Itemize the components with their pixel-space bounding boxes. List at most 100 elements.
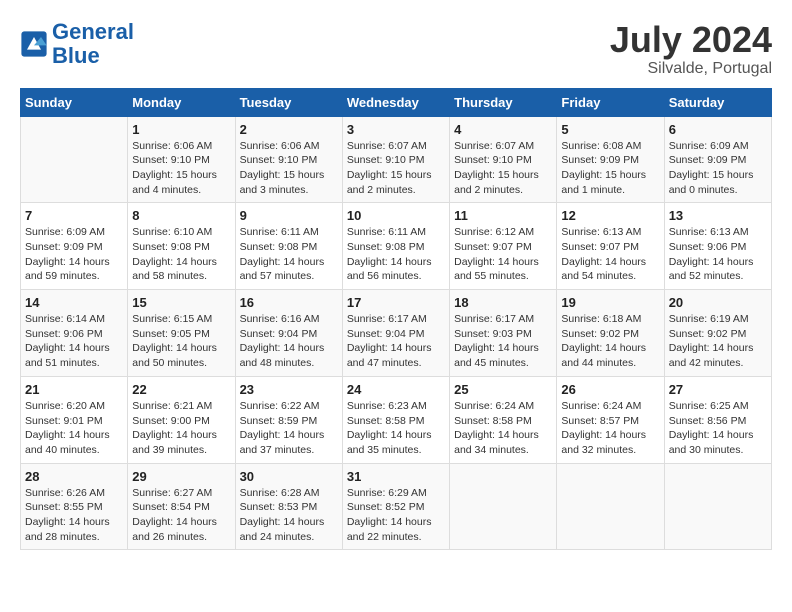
day-number: 24 xyxy=(347,382,445,397)
calendar-cell: 30 Sunrise: 6:28 AMSunset: 8:53 PMDayligh… xyxy=(235,463,342,550)
calendar-cell: 28 Sunrise: 6:26 AMSunset: 8:55 PMDayligh… xyxy=(21,463,128,550)
day-info: Sunrise: 6:08 AMSunset: 9:09 PMDaylight:… xyxy=(561,139,659,198)
calendar-cell: 15Sunrise: 6:15 AMSunset: 9:05 PMDayligh… xyxy=(128,290,235,377)
day-info: Sunrise: 6:15 AMSunset: 9:05 PMDaylight:… xyxy=(132,312,230,371)
day-number: 25 xyxy=(454,382,552,397)
day-info: Sunrise: 6:09 AMSunset: 9:09 PMDaylight:… xyxy=(669,139,767,198)
day-info: Sunrise: 6:11 AMSunset: 9:08 PMDaylight:… xyxy=(347,225,445,284)
weekday-header-tuesday: Tuesday xyxy=(235,88,342,116)
day-number: 1 xyxy=(132,122,230,137)
calendar-cell: 20Sunrise: 6:19 AMSunset: 9:02 PMDayligh… xyxy=(664,290,771,377)
day-info: Sunrise: 6:17 AMSunset: 9:03 PMDaylight:… xyxy=(454,312,552,371)
day-number: 29 xyxy=(132,469,230,484)
calendar-week-0: 1 Sunrise: 6:06 AMSunset: 9:10 PMDaylight… xyxy=(21,116,772,203)
day-number: 28 xyxy=(25,469,123,484)
calendar-week-2: 14Sunrise: 6:14 AMSunset: 9:06 PMDayligh… xyxy=(21,290,772,377)
calendar-cell: 16 Sunrise: 6:16 AMSunset: 9:04 PMDayligh… xyxy=(235,290,342,377)
day-info: Sunrise: 6:06 AMSunset: 9:10 PMDaylight:… xyxy=(240,139,338,198)
calendar-cell: 4 Sunrise: 6:07 AMSunset: 9:10 PMDaylight… xyxy=(450,116,557,203)
day-info: Sunrise: 6:28 AMSunset: 8:53 PMDaylight:… xyxy=(240,486,338,545)
calendar-table: SundayMondayTuesdayWednesdayThursdayFrid… xyxy=(20,88,772,551)
header: General Blue July 2024 Silvalde, Portuga… xyxy=(20,20,772,78)
calendar-cell: 25 Sunrise: 6:24 AMSunset: 8:58 PMDayligh… xyxy=(450,376,557,463)
calendar-cell: 21Sunrise: 6:20 AMSunset: 9:01 PMDayligh… xyxy=(21,376,128,463)
calendar-cell: 6 Sunrise: 6:09 AMSunset: 9:09 PMDaylight… xyxy=(664,116,771,203)
weekday-header-wednesday: Wednesday xyxy=(342,88,449,116)
day-number: 22 xyxy=(132,382,230,397)
day-number: 11 xyxy=(454,208,552,223)
day-number: 19 xyxy=(561,295,659,310)
calendar-cell: 3Sunrise: 6:07 AMSunset: 9:10 PMDaylight… xyxy=(342,116,449,203)
calendar-cell: 19 Sunrise: 6:18 AMSunset: 9:02 PMDayligh… xyxy=(557,290,664,377)
day-info: Sunrise: 6:18 AMSunset: 9:02 PMDaylight:… xyxy=(561,312,659,371)
day-number: 31 xyxy=(347,469,445,484)
day-info: Sunrise: 6:14 AMSunset: 9:06 PMDaylight:… xyxy=(25,312,123,371)
calendar-cell xyxy=(557,463,664,550)
calendar-header: SundayMondayTuesdayWednesdayThursdayFrid… xyxy=(21,88,772,116)
calendar-cell: 22 Sunrise: 6:21 AMSunset: 9:00 PMDayligh… xyxy=(128,376,235,463)
calendar-cell: 23 Sunrise: 6:22 AMSunset: 8:59 PMDayligh… xyxy=(235,376,342,463)
weekday-header-saturday: Saturday xyxy=(664,88,771,116)
day-number: 3 xyxy=(347,122,445,137)
day-info: Sunrise: 6:11 AMSunset: 9:08 PMDaylight:… xyxy=(240,225,338,284)
calendar-week-3: 21Sunrise: 6:20 AMSunset: 9:01 PMDayligh… xyxy=(21,376,772,463)
day-number: 2 xyxy=(240,122,338,137)
day-number: 26 xyxy=(561,382,659,397)
day-info: Sunrise: 6:07 AMSunset: 9:10 PMDaylight:… xyxy=(454,139,552,198)
day-number: 27 xyxy=(669,382,767,397)
day-number: 10 xyxy=(347,208,445,223)
calendar-cell: 8 Sunrise: 6:10 AMSunset: 9:08 PMDaylight… xyxy=(128,203,235,290)
day-info: Sunrise: 6:29 AMSunset: 8:52 PMDaylight:… xyxy=(347,486,445,545)
weekday-row: SundayMondayTuesdayWednesdayThursdayFrid… xyxy=(21,88,772,116)
calendar-cell: 14Sunrise: 6:14 AMSunset: 9:06 PMDayligh… xyxy=(21,290,128,377)
day-number: 8 xyxy=(132,208,230,223)
day-info: Sunrise: 6:10 AMSunset: 9:08 PMDaylight:… xyxy=(132,225,230,284)
calendar-week-4: 28 Sunrise: 6:26 AMSunset: 8:55 PMDayligh… xyxy=(21,463,772,550)
day-info: Sunrise: 6:26 AMSunset: 8:55 PMDaylight:… xyxy=(25,486,123,545)
calendar-cell: 24Sunrise: 6:23 AMSunset: 8:58 PMDayligh… xyxy=(342,376,449,463)
day-info: Sunrise: 6:13 AMSunset: 9:06 PMDaylight:… xyxy=(669,225,767,284)
weekday-header-friday: Friday xyxy=(557,88,664,116)
weekday-header-monday: Monday xyxy=(128,88,235,116)
day-info: Sunrise: 6:25 AMSunset: 8:56 PMDaylight:… xyxy=(669,399,767,458)
day-info: Sunrise: 6:27 AMSunset: 8:54 PMDaylight:… xyxy=(132,486,230,545)
calendar-cell: 18 Sunrise: 6:17 AMSunset: 9:03 PMDayligh… xyxy=(450,290,557,377)
weekday-header-thursday: Thursday xyxy=(450,88,557,116)
calendar-cell: 11 Sunrise: 6:12 AMSunset: 9:07 PMDayligh… xyxy=(450,203,557,290)
logo-line1: General xyxy=(52,19,134,44)
calendar-body: 1 Sunrise: 6:06 AMSunset: 9:10 PMDaylight… xyxy=(21,116,772,550)
calendar-cell: 26Sunrise: 6:24 AMSunset: 8:57 PMDayligh… xyxy=(557,376,664,463)
day-number: 7 xyxy=(25,208,123,223)
calendar-cell: 27 Sunrise: 6:25 AMSunset: 8:56 PMDayligh… xyxy=(664,376,771,463)
day-info: Sunrise: 6:16 AMSunset: 9:04 PMDaylight:… xyxy=(240,312,338,371)
day-number: 23 xyxy=(240,382,338,397)
calendar-cell xyxy=(21,116,128,203)
calendar-cell: 7Sunrise: 6:09 AMSunset: 9:09 PMDaylight… xyxy=(21,203,128,290)
calendar-cell: 9 Sunrise: 6:11 AMSunset: 9:08 PMDaylight… xyxy=(235,203,342,290)
day-number: 18 xyxy=(454,295,552,310)
calendar-cell: 5Sunrise: 6:08 AMSunset: 9:09 PMDaylight… xyxy=(557,116,664,203)
day-info: Sunrise: 6:17 AMSunset: 9:04 PMDaylight:… xyxy=(347,312,445,371)
calendar-cell: 17 Sunrise: 6:17 AMSunset: 9:04 PMDayligh… xyxy=(342,290,449,377)
calendar-cell: 1Sunrise: 6:06 AMSunset: 9:10 PMDaylight… xyxy=(128,116,235,203)
day-info: Sunrise: 6:21 AMSunset: 9:00 PMDaylight:… xyxy=(132,399,230,458)
month-year: July 2024 xyxy=(610,20,772,60)
day-number: 17 xyxy=(347,295,445,310)
day-number: 21 xyxy=(25,382,123,397)
day-info: Sunrise: 6:22 AMSunset: 8:59 PMDaylight:… xyxy=(240,399,338,458)
day-number: 12 xyxy=(561,208,659,223)
day-info: Sunrise: 6:13 AMSunset: 9:07 PMDaylight:… xyxy=(561,225,659,284)
day-number: 13 xyxy=(669,208,767,223)
logo-icon xyxy=(20,30,48,58)
day-number: 16 xyxy=(240,295,338,310)
day-info: Sunrise: 6:19 AMSunset: 9:02 PMDaylight:… xyxy=(669,312,767,371)
day-number: 30 xyxy=(240,469,338,484)
calendar-cell: 12 Sunrise: 6:13 AMSunset: 9:07 PMDayligh… xyxy=(557,203,664,290)
day-info: Sunrise: 6:24 AMSunset: 8:58 PMDaylight:… xyxy=(454,399,552,458)
day-number: 4 xyxy=(454,122,552,137)
calendar-cell: 10 Sunrise: 6:11 AMSunset: 9:08 PMDayligh… xyxy=(342,203,449,290)
day-number: 6 xyxy=(669,122,767,137)
day-number: 9 xyxy=(240,208,338,223)
weekday-header-sunday: Sunday xyxy=(21,88,128,116)
day-info: Sunrise: 6:12 AMSunset: 9:07 PMDaylight:… xyxy=(454,225,552,284)
